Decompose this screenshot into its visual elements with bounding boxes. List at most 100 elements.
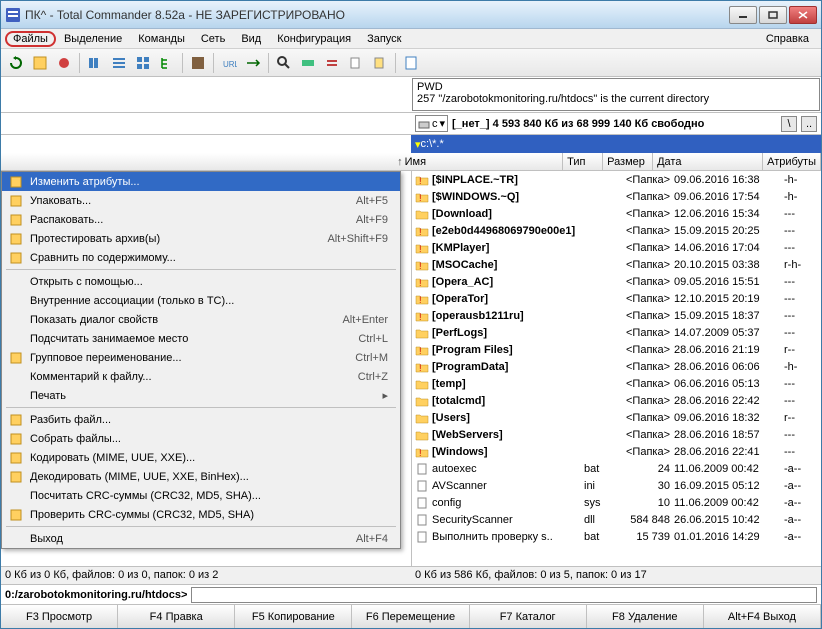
menu-item[interactable]: Изменить атрибуты... [2,172,400,191]
menu-item[interactable]: Внутренние ассоциации (только в TC)... [2,291,400,310]
col-type[interactable]: Тип [563,153,603,170]
tool-icon[interactable] [29,52,51,74]
rename-icon [6,350,26,366]
menu-item[interactable]: Упаковать...Alt+F5 [2,191,400,210]
ftp-connect-icon[interactable] [242,52,264,74]
menu-item[interactable]: Собрать файлы... [2,429,400,448]
file-row[interactable]: ![Program Files]<Папка>28.06.2016 21:19r… [412,341,821,358]
files-menu: Изменить атрибуты...Упаковать...Alt+F5Ра… [1,171,401,549]
file-row[interactable]: [Download]<Папка>12.06.2016 15:34--- [412,205,821,222]
up-button[interactable]: .. [801,116,817,132]
toolbar: URL [1,49,821,77]
file-row[interactable]: configsys1011.06.2009 00:42-a-- [412,494,821,511]
menu-help[interactable]: Справка [758,31,817,47]
file-row[interactable]: ![$INPLACE.~TR]<Папка>09.06.2016 16:38-h… [412,171,821,188]
menu-item[interactable]: Протестировать архив(ы)Alt+Shift+F9 [2,229,400,248]
menu-item[interactable]: Проверить CRC-суммы (CRC32, MD5, SHA) [2,505,400,524]
col-name[interactable]: ↑Имя [393,153,563,170]
menu-shortcut: Alt+F4 [356,533,396,545]
search-icon[interactable] [273,52,295,74]
menu-commands[interactable]: Команды [130,31,193,47]
view-thumbs-icon[interactable] [132,52,154,74]
blank-icon [6,531,26,547]
menu-shortcut: ▸ [382,389,396,402]
minimize-button[interactable] [729,6,757,24]
menu-config[interactable]: Конфигурация [269,31,359,47]
file-row[interactable]: ![$WINDOWS.~Q]<Папка>09.06.2016 17:54-h- [412,188,821,205]
menu-label: Выход [26,533,356,545]
menu-item[interactable]: Показать диалог свойствAlt+Enter [2,310,400,329]
file-row[interactable]: ![e2eb0d44968069790e00e1]<Папка>15.09.20… [412,222,821,239]
file-row[interactable]: SecurityScannerdll584 84826.06.2015 10:4… [412,511,821,528]
sync-icon[interactable] [321,52,343,74]
file-row[interactable]: ![Windows]<Папка>28.06.2016 22:41--- [412,443,821,460]
fkey-button[interactable]: F6 Перемещение [352,605,469,628]
view-full-icon[interactable] [108,52,130,74]
menu-item[interactable]: Сравнить по содержимому... [2,248,400,267]
drive-select[interactable]: c ▾ [415,115,448,132]
ftp-line1: PWD [417,81,815,93]
fkey-button[interactable]: F7 Каталог [470,605,587,628]
menu-item[interactable]: Подсчитать занимаемое местоCtrl+L [2,329,400,348]
fkey-button[interactable]: F3 Просмотр [1,605,118,628]
menu-item[interactable]: Кодировать (MIME, UUE, XXE)... [2,448,400,467]
fkey-button[interactable]: F8 Удаление [587,605,704,628]
menu-item[interactable]: Распаковать...Alt+F9 [2,210,400,229]
fkey-button[interactable]: F4 Правка [118,605,235,628]
file-row[interactable]: ![ProgramData]<Папка>28.06.2016 06:06-h- [412,358,821,375]
menu-net[interactable]: Сеть [193,31,233,47]
menu-item[interactable]: Декодировать (MIME, UUE, XXE, BinHex)... [2,467,400,486]
file-row[interactable]: Выполнить проверку s..bat15 73901.01.201… [412,528,821,545]
file-row[interactable]: [Users]<Папка>09.06.2016 18:32r-- [412,409,821,426]
blank-icon [6,331,26,347]
invert-icon[interactable] [187,52,209,74]
svg-text:!: ! [419,363,422,373]
file-row[interactable]: autoexecbat2411.06.2009 00:42-a-- [412,460,821,477]
menu-item[interactable]: Групповое переименование...Ctrl+M [2,348,400,367]
right-panel-file-list[interactable]: ![$INPLACE.~TR]<Папка>09.06.2016 16:38-h… [411,171,821,566]
copy-paths-icon[interactable] [369,52,391,74]
file-row[interactable]: ![KMPlayer]<Папка>14.06.2016 17:04--- [412,239,821,256]
menu-item[interactable]: Комментарий к файлу...Ctrl+Z [2,367,400,386]
view-brief-icon[interactable] [84,52,106,74]
refresh-icon[interactable] [5,52,27,74]
menu-files[interactable]: Файлы [5,31,56,47]
notepad-icon[interactable] [400,52,422,74]
folder-icon: ! [414,445,430,459]
file-row[interactable]: [totalcmd]<Папка>28.06.2016 22:42--- [412,392,821,409]
menu-item[interactable]: ВыходAlt+F4 [2,529,400,548]
fkey-button[interactable]: F5 Копирование [235,605,352,628]
cmdline-input[interactable] [191,587,817,603]
copy-names-icon[interactable] [345,52,367,74]
tool-icon[interactable] [53,52,75,74]
file-row[interactable]: ![MSOCache]<Папка>20.10.2015 03:38r-h- [412,256,821,273]
file-row[interactable]: ![OperaTor]<Папка>12.10.2015 20:19--- [412,290,821,307]
file-row[interactable]: AVScannerini3016.09.2015 05:12-a-- [412,477,821,494]
col-size[interactable]: Размер [603,153,653,170]
fkey-button[interactable]: Alt+F4 Выход [704,605,821,628]
maximize-button[interactable] [759,6,787,24]
current-path[interactable]: ▾ c:\*.* [411,135,821,153]
menu-item[interactable]: Посчитать CRC-суммы (CRC32, MD5, SHA)... [2,486,400,505]
menu-view[interactable]: Вид [233,31,269,47]
col-date[interactable]: Дата [653,153,763,170]
close-button[interactable] [789,6,817,24]
ftp-icon[interactable]: URL [218,52,240,74]
tree-icon[interactable] [156,52,178,74]
col-attr[interactable]: Атрибуты [763,153,821,170]
file-icon [414,530,430,544]
menu-selection[interactable]: Выделение [56,31,130,47]
file-row[interactable]: ![Opera_AC]<Папка>09.05.2016 15:51--- [412,273,821,290]
root-button[interactable]: \ [781,116,797,132]
file-row[interactable]: [PerfLogs]<Папка>14.07.2009 05:37--- [412,324,821,341]
menu-item[interactable]: Разбить файл... [2,410,400,429]
rename-tool-icon[interactable] [297,52,319,74]
menu-item[interactable]: Печать▸ [2,386,400,405]
file-row[interactable]: ![operausb1211ru]<Папка>15.09.2015 18:37… [412,307,821,324]
menubar: Файлы Выделение Команды Сеть Вид Конфигу… [1,29,821,49]
file-row[interactable]: [WebServers]<Папка>28.06.2016 18:57--- [412,426,821,443]
file-row[interactable]: [temp]<Папка>06.06.2016 05:13--- [412,375,821,392]
folder-icon: ! [414,292,430,306]
menu-start[interactable]: Запуск [359,31,409,47]
menu-item[interactable]: Открыть с помощью... [2,272,400,291]
